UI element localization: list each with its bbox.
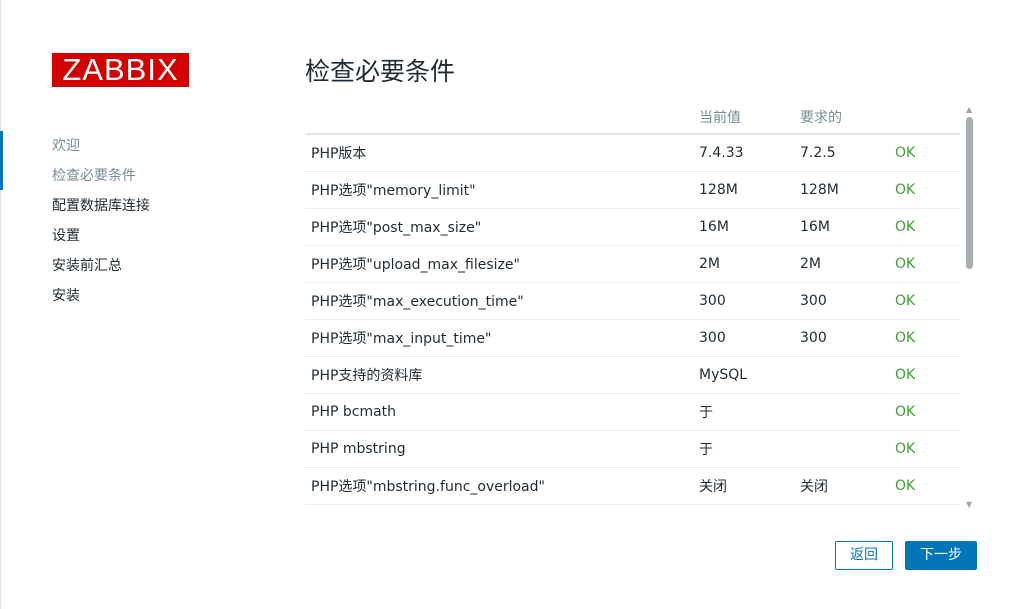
cell-current: 于 — [699, 393, 800, 431]
cell-name: PHP选项"mbstring.func_overload" — [305, 467, 699, 505]
cell-name: PHP版本 — [305, 134, 699, 172]
table-row: PHP选项"post_max_size" 16M 16M OK — [305, 208, 960, 246]
header-required: 要求的 — [800, 101, 895, 135]
back-button[interactable]: 返回 — [835, 541, 893, 570]
cell-name: PHP选项"memory_limit" — [305, 171, 699, 209]
cell-status: OK — [895, 171, 960, 209]
cell-status: OK — [895, 393, 960, 431]
cell-status: OK — [895, 356, 960, 394]
cell-status: OK — [895, 467, 960, 505]
header-current-value: 当前值 — [699, 101, 800, 135]
cell-status: OK — [895, 208, 960, 246]
page-title: 检查必要条件 — [305, 57, 456, 86]
cell-name: PHP支持的资料库 — [305, 356, 699, 394]
setup-steps-nav: 欢迎 检查必要条件 配置数据库连接 设置 安装前汇总 安装 — [0, 131, 240, 311]
scroll-up-arrow-icon[interactable]: ▲ — [966, 105, 972, 114]
table-row: PHP选项"memory_limit" 128M 128M OK — [305, 171, 960, 209]
zabbix-logo: ZABBIX — [52, 53, 189, 87]
cell-name: PHP选项"upload_max_filesize" — [305, 245, 699, 283]
cell-name: PHP mbstring — [305, 430, 699, 468]
nav-step-welcome[interactable]: 欢迎 — [0, 131, 240, 161]
cell-required — [800, 393, 895, 431]
cell-name: PHP选项"max_input_time" — [305, 319, 699, 357]
cell-current: 7.4.33 — [699, 134, 800, 172]
cell-current: MySQL — [699, 356, 800, 394]
table-row: PHP选项"max_execution_time" 300 300 OK — [305, 282, 960, 320]
table-row: PHP选项"upload_max_filesize" 2M 2M OK — [305, 245, 960, 283]
nav-step-prerequisites[interactable]: 检查必要条件 — [0, 161, 240, 191]
cell-name: PHP选项"max_execution_time" — [305, 282, 699, 320]
table-row: PHP支持的资料库 MySQL OK — [305, 356, 960, 394]
cell-current: 于 — [699, 430, 800, 468]
nav-step-summary[interactable]: 安装前汇总 — [0, 251, 240, 281]
table-row: PHP mbstring 于 OK — [305, 430, 960, 468]
table-row: PHP版本 7.4.33 7.2.5 OK — [305, 134, 960, 172]
cell-current: 2M — [699, 245, 800, 283]
table-row: PHP选项"max_input_time" 300 300 OK — [305, 319, 960, 357]
cell-required: 7.2.5 — [800, 134, 895, 172]
cell-status: OK — [895, 282, 960, 320]
cell-status: OK — [895, 319, 960, 357]
cell-status: OK — [895, 134, 960, 172]
cell-current: 300 — [699, 282, 800, 320]
header-name — [305, 101, 699, 135]
cell-required: 300 — [800, 319, 895, 357]
cell-name: PHP bcmath — [305, 393, 699, 431]
cell-current: 300 — [699, 319, 800, 357]
table-row: PHP bcmath 于 OK — [305, 393, 960, 431]
requirements-table-container: 当前值 要求的 PHP版本 7.4.33 7.2.5 OK PHP选项"memo… — [305, 101, 960, 507]
cell-status: OK — [895, 430, 960, 468]
cell-required: 2M — [800, 245, 895, 283]
nav-step-settings[interactable]: 设置 — [0, 221, 240, 251]
nav-step-db-connection[interactable]: 配置数据库连接 — [0, 191, 240, 221]
requirements-table: 当前值 要求的 PHP版本 7.4.33 7.2.5 OK PHP选项"memo… — [305, 101, 960, 505]
cell-status: OK — [895, 245, 960, 283]
scroll-down-arrow-icon[interactable]: ▼ — [966, 500, 972, 509]
cell-current: 关闭 — [699, 467, 800, 505]
nav-step-install[interactable]: 安装 — [0, 281, 240, 311]
cell-current: 128M — [699, 171, 800, 209]
scrollbar-thumb[interactable] — [966, 117, 973, 269]
header-status — [895, 101, 960, 135]
table-header-row: 当前值 要求的 — [305, 101, 960, 135]
next-step-button[interactable]: 下一步 — [905, 541, 977, 570]
cell-required: 300 — [800, 282, 895, 320]
cell-name: PHP选项"post_max_size" — [305, 208, 699, 246]
cell-required: 16M — [800, 208, 895, 246]
table-row: PHP选项"mbstring.func_overload" 关闭 关闭 OK — [305, 467, 960, 505]
cell-required — [800, 430, 895, 468]
cell-current: 16M — [699, 208, 800, 246]
cell-required: 128M — [800, 171, 895, 209]
cell-required — [800, 356, 895, 394]
cell-required: 关闭 — [800, 467, 895, 505]
